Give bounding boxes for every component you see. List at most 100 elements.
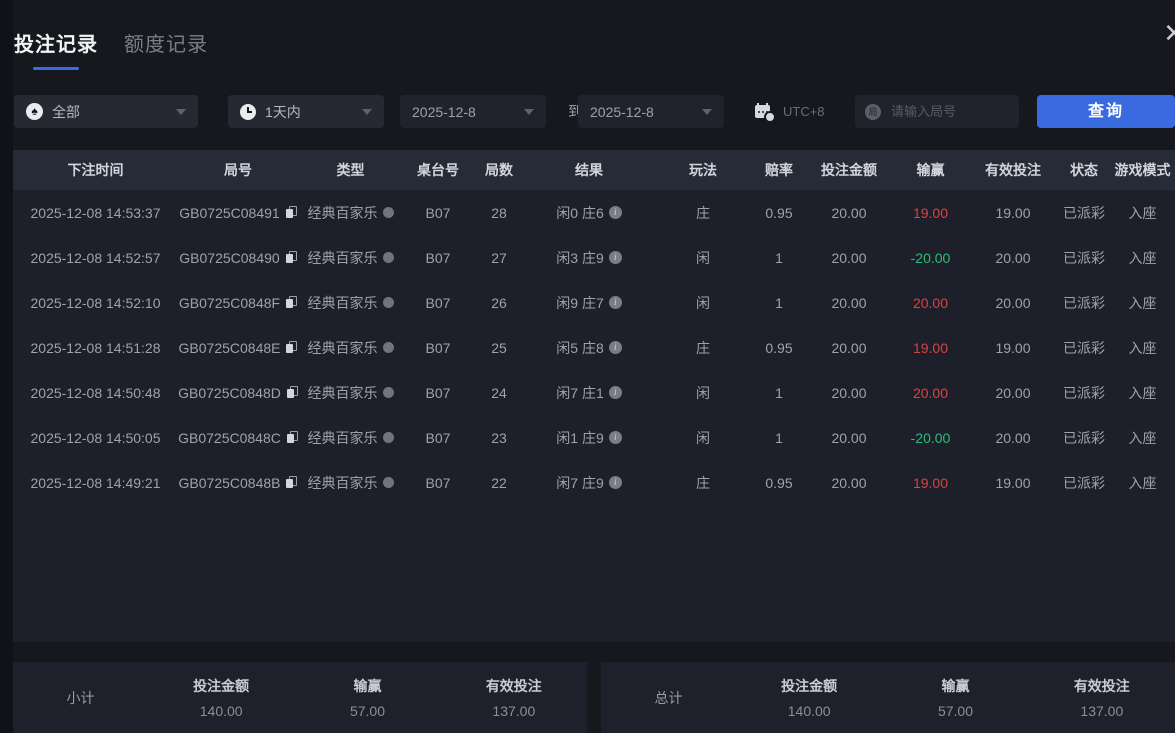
modal-left-edge [0,0,13,733]
cell-status: 已派彩 [1063,384,1105,401]
cell-table-no: B07 [425,429,451,446]
cell-game-type: 经典百家乐 [298,248,403,268]
cell-round: 28 [491,204,507,221]
cell-round: 25 [491,339,507,356]
cell-play: 闲 [696,429,710,446]
cell-game-type: 经典百家乐 [298,473,403,493]
date-from-value: 2025-12-8 [412,103,476,120]
cell-odds: 1 [775,384,783,401]
cell-table-no: B07 [425,339,451,356]
cell-game-type: 经典百家乐 [298,293,403,313]
total-label: 总计 [654,689,683,706]
column-header-1: 局号 [224,162,252,178]
date-to-dropdown[interactable]: 2025-12-8 [578,95,724,128]
cell-bet-amount: 20.00 [831,339,867,356]
copy-icon[interactable] [286,386,298,399]
game-type-dot-icon [382,297,394,308]
cell-winloss: -20.00 [910,249,951,266]
cell-game-mode: 入座 [1128,249,1157,266]
cell-round: 27 [491,249,507,266]
copy-icon[interactable] [285,476,298,489]
table-row: 2025-12-08 14:52:10 GB0725C0848F 经典百家乐 B… [13,280,1175,325]
copy-icon[interactable] [285,251,297,264]
cell-winloss: 20.00 [912,294,949,311]
cell-odds: 0.95 [765,339,793,356]
close-icon[interactable]: ✕ [1163,20,1175,46]
column-header-10: 有效投注 [985,162,1041,178]
time-range-value: 1天内 [265,103,301,120]
result-info-icon[interactable]: i [608,206,622,219]
chevron-down-icon [362,109,372,115]
cell-status: 已派彩 [1063,294,1105,311]
cell-result: 闲5 庄8 i [525,338,653,358]
cell-round: 22 [491,474,507,491]
cell-game-id: GB0725C0848E [178,340,298,356]
clock-icon [240,103,256,120]
game-type-dropdown[interactable]: ♠ 全部 [14,95,198,128]
game-type-dot-icon [382,342,394,353]
cell-play: 庄 [696,339,710,356]
cell-game-id: GB0725C08491 [178,205,298,221]
cell-result: 闲9 庄7 i [525,293,653,313]
game-id-search: 局 [855,95,1019,128]
copy-icon[interactable] [285,206,297,219]
game-id-input[interactable] [889,103,1009,120]
table-row: 2025-12-08 14:52:57 GB0725C08490 经典百家乐 B… [13,235,1175,280]
cell-game-type: 经典百家乐 [298,428,403,448]
cell-game-mode: 入座 [1128,429,1157,446]
copy-icon[interactable] [286,431,298,444]
time-range-dropdown[interactable]: 1天内 [228,95,384,128]
table-row: 2025-12-08 14:51:28 GB0725C0848E 经典百家乐 B… [13,325,1175,370]
date-from-dropdown[interactable]: 2025-12-8 [400,95,546,128]
result-info-icon[interactable]: i [608,386,622,399]
subtotal-label: 小计 [66,689,95,706]
copy-icon[interactable] [285,296,298,309]
cell-winloss: -20.00 [910,429,951,446]
cell-odds: 1 [775,249,783,266]
result-info-icon[interactable]: i [608,296,622,309]
cell-bet-time: 2025-12-08 14:50:05 [30,429,161,446]
result-info-icon[interactable]: i [608,251,622,264]
game-type-dot-icon [382,252,394,263]
game-type-dot-icon [382,477,394,488]
cell-game-id: GB0725C0848C [178,430,298,446]
cell-odds: 0.95 [765,204,793,221]
cell-game-mode: 入座 [1128,204,1157,221]
bet-records-modal: { "tabs": [ {"label": "投注记录", "active": … [0,0,1175,733]
cell-odds: 1 [775,294,783,311]
cell-table-no: B07 [425,294,451,311]
table-row: 2025-12-08 14:50:48 GB0725C0848D 经典百家乐 B… [13,370,1175,415]
subtotal-panel: 小计 投注金额 140.00 输赢 57.00 有效投注 137.00 [13,662,587,733]
cell-table-no: B07 [425,249,451,266]
cell-game-mode: 入座 [1128,384,1157,401]
tab-quota-records[interactable]: 额度记录 [124,28,208,70]
game-type-dot-icon [382,387,394,398]
cell-table-no: B07 [425,384,451,401]
cell-valid-bet: 20.00 [995,429,1031,446]
column-header-5: 结果 [575,162,603,178]
cell-bet-amount: 20.00 [831,474,867,491]
cell-game-mode: 入座 [1128,474,1157,491]
copy-icon[interactable] [285,341,298,354]
total-valid: 有效投注 137.00 [1073,678,1130,719]
chevron-down-icon [176,109,186,115]
cell-winloss: 19.00 [912,204,949,221]
result-info-icon[interactable]: i [608,341,622,354]
cell-play: 闲 [696,249,710,266]
tab-bet-records[interactable]: 投注记录 [14,28,98,70]
timezone-label: UTC+8 [783,104,825,119]
column-header-11: 状态 [1070,162,1098,178]
game-type-value: 全部 [52,103,80,120]
game-type-dot-icon [382,207,394,218]
column-header-8: 投注金额 [821,162,877,178]
result-info-icon[interactable]: i [608,476,622,489]
result-info-icon[interactable]: i [608,431,622,444]
cell-bet-time: 2025-12-08 14:52:57 [30,249,161,266]
cell-round: 24 [491,384,507,401]
cell-bet-amount: 20.00 [831,429,867,446]
cell-bet-amount: 20.00 [831,249,867,266]
query-button[interactable]: 查询 [1037,95,1175,128]
tab-quota-records-label: 额度记录 [124,34,208,56]
cell-game-id: GB0725C0848F [178,295,298,311]
records-table: 下注时间 局号 类型 桌台号 局数 结果 玩法 赔率 投注金额 输赢 有效投注 状态 游戏模式 2025… [13,150,1175,642]
